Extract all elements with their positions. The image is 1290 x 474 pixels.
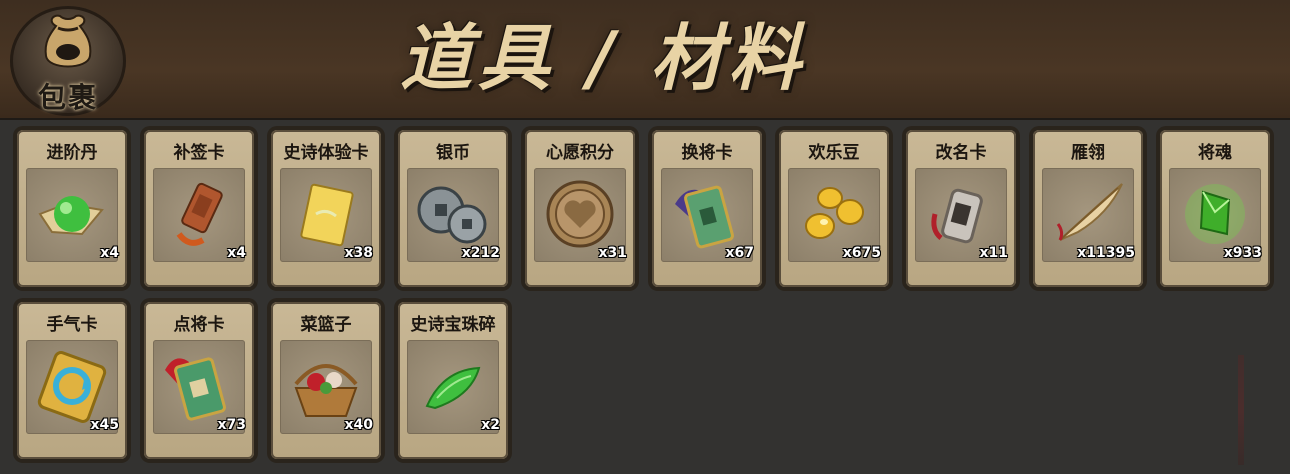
jade-shard-icon [425, 366, 481, 410]
item-name: 改名卡 [935, 143, 987, 163]
header-bar: 包裹 道具 / 材料 [0, 0, 1290, 120]
bag-label: 包裹 [37, 81, 98, 114]
item-card-huanjiangka[interactable]: 换将卡 x67 [652, 130, 762, 287]
item-card-shouqika[interactable]: 手气卡 x45 [17, 302, 127, 459]
item-name: 手气卡 [46, 315, 98, 335]
item-card-xinyuan-jifen[interactable]: 心愿积分 x31 [525, 130, 635, 287]
item-name: 点将卡 [173, 315, 225, 335]
item-name: 史诗宝珠碎 [410, 315, 496, 335]
item-count: x2 [481, 417, 500, 433]
item-card-dianjiangka[interactable]: 点将卡 x73 [144, 302, 254, 459]
item-count: x933 [1223, 245, 1262, 261]
item-count: x11395 [1077, 245, 1135, 261]
item-count: x45 [90, 417, 119, 433]
item-name: 雁翎 [1071, 143, 1105, 163]
item-card-buqianka[interactable]: 补签卡 x4 [144, 130, 254, 287]
item-count: x675 [842, 245, 881, 261]
item-card-cailanzi[interactable]: 菜篮子 x40 [271, 302, 381, 459]
item-card-jinjiedan[interactable]: 进阶丹 x4 [17, 130, 127, 287]
item-card-shishi-tiyanka[interactable]: 史诗体验卡 x38 [271, 130, 381, 287]
feather-icon [1056, 183, 1123, 241]
item-name: 欢乐豆 [808, 143, 860, 163]
bronze-tag-icon [176, 182, 223, 246]
item-count: x4 [227, 245, 246, 261]
general-tablet-icon [165, 357, 226, 421]
scroll-indicator [1238, 355, 1244, 465]
heart-coin-icon [546, 180, 614, 248]
bag-icon [44, 14, 92, 68]
item-name: 菜篮子 [300, 315, 352, 335]
jade-tablet-icon [675, 185, 734, 249]
gold-beans-icon [805, 187, 864, 239]
item-count: x73 [217, 417, 246, 433]
item-count: x4 [100, 245, 119, 261]
item-count: x11 [979, 245, 1008, 261]
green-crystal-icon [1185, 184, 1245, 244]
item-card-yanling[interactable]: 雁翎 x11395 [1033, 130, 1143, 287]
green-orb-icon [38, 196, 104, 236]
item-name: 补签卡 [173, 143, 225, 163]
item-count: x67 [725, 245, 754, 261]
silver-coins-icon [417, 186, 487, 244]
basket-icon [294, 364, 358, 417]
item-card-jianghun[interactable]: 将魂 x933 [1160, 130, 1270, 287]
item-card-huanledou[interactable]: 欢乐豆 x675 [779, 130, 889, 287]
item-name: 史诗体验卡 [283, 143, 369, 163]
item-name: 将魂 [1198, 143, 1232, 163]
item-count: x212 [461, 245, 500, 261]
item-count: x40 [344, 417, 373, 433]
item-card-gaimingka[interactable]: 改名卡 x11 [906, 130, 1016, 287]
item-count: x31 [598, 245, 627, 261]
item-card-yinbi[interactable]: 银币 x212 [398, 130, 508, 287]
page-title: 道具 / 材料 [400, 15, 807, 100]
gold-card-icon [300, 183, 354, 247]
item-name: 银币 [436, 143, 470, 163]
item-name: 进阶丹 [46, 143, 98, 163]
luck-card-icon [37, 351, 107, 423]
item-name: 心愿积分 [546, 143, 614, 163]
item-name: 换将卡 [681, 143, 733, 163]
item-card-shishi-baozhusui[interactable]: 史诗宝珠碎 x2 [398, 302, 508, 459]
item-count: x38 [344, 245, 373, 261]
name-tag-icon [931, 188, 983, 244]
bag-button[interactable]: 包裹 [10, 6, 126, 116]
